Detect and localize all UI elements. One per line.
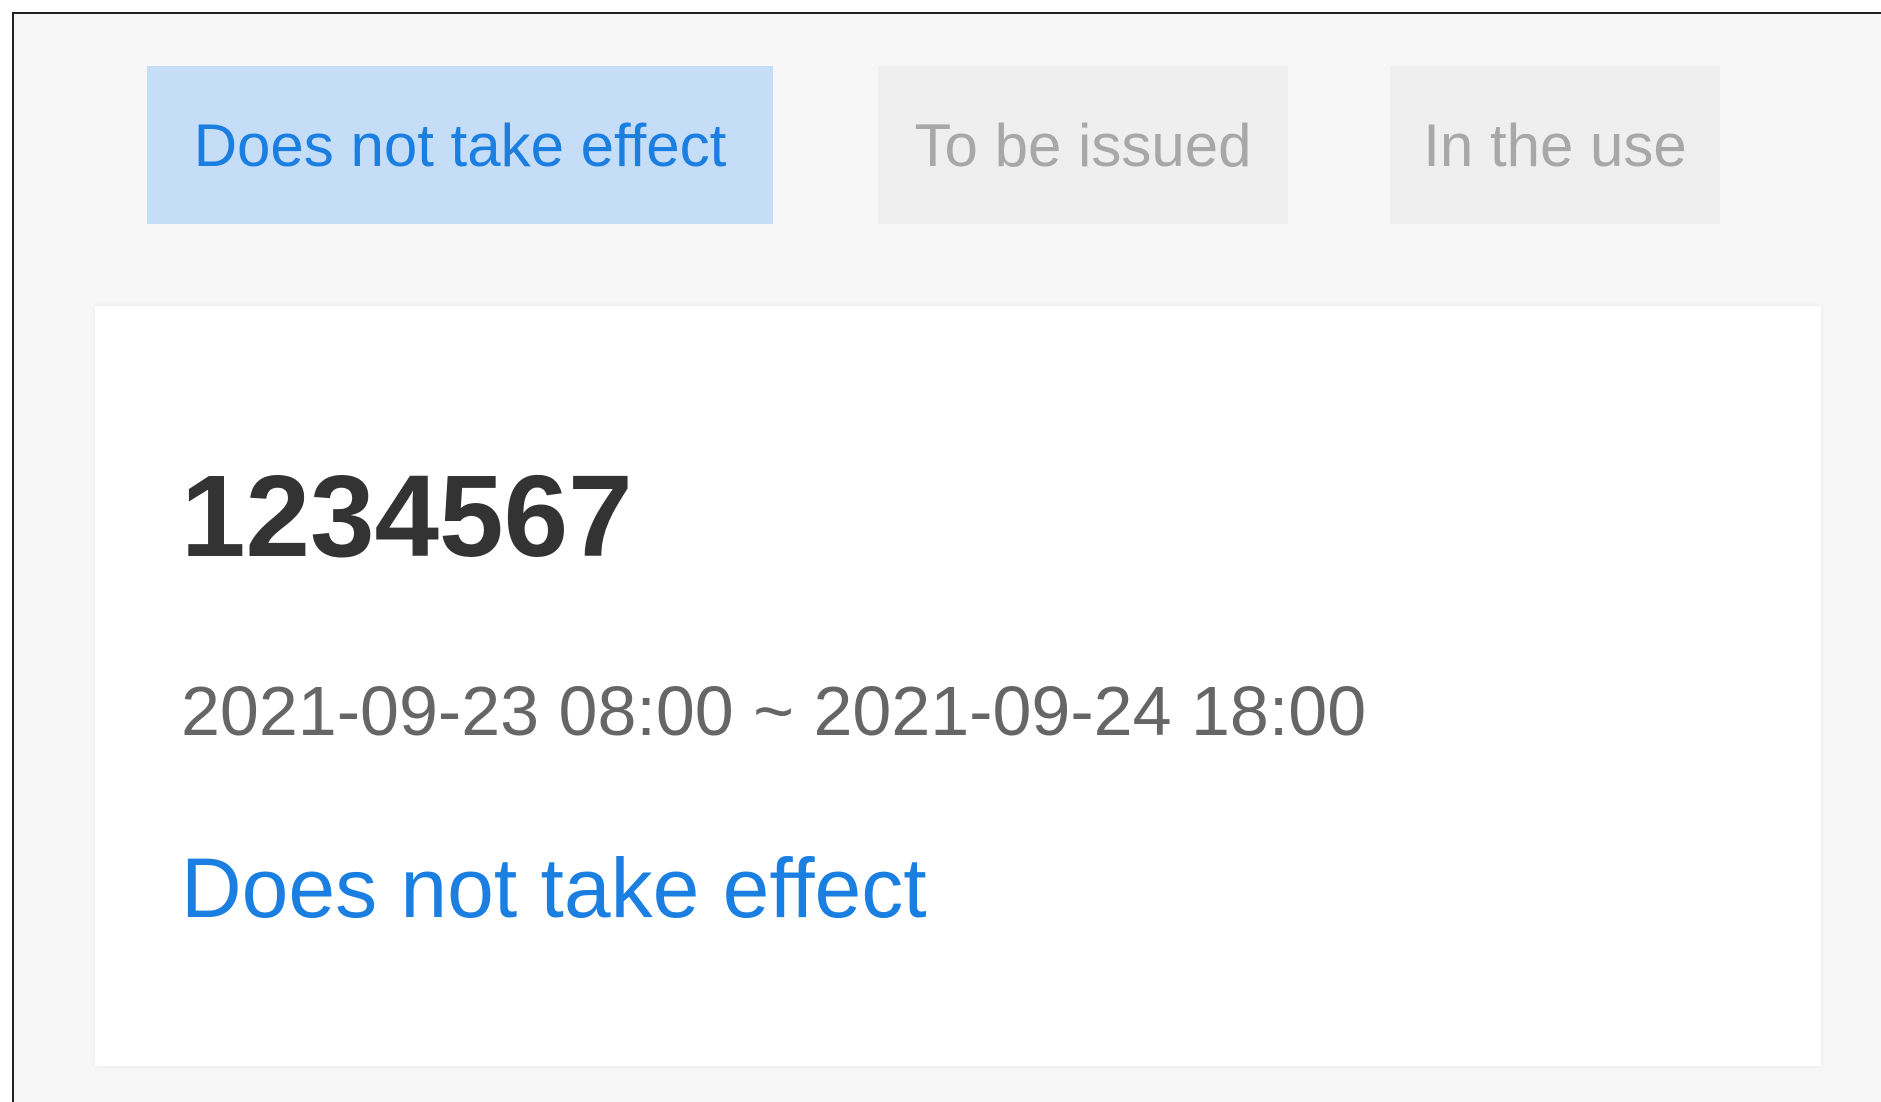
tab-to-be-issued[interactable]: To be issued — [878, 66, 1288, 224]
tab-does-not-take-effect[interactable]: Does not take effect — [147, 66, 773, 224]
validity-period: 2021-09-23 08:00 ~ 2021-09-24 18:00 — [181, 672, 1367, 750]
tab-label: To be issued — [914, 111, 1252, 179]
coupon-status: Does not take effect — [181, 841, 927, 935]
coupon-card[interactable]: 1234567 2021-09-23 08:00 ~ 2021-09-24 18… — [95, 306, 1821, 1066]
tab-label: Does not take effect — [193, 111, 727, 179]
coupon-code: 1234567 — [181, 451, 633, 581]
tab-label: In the use — [1423, 111, 1687, 179]
screen: Does not take effect To be issued In the… — [12, 12, 1881, 1102]
tab-in-the-use[interactable]: In the use — [1390, 66, 1720, 224]
